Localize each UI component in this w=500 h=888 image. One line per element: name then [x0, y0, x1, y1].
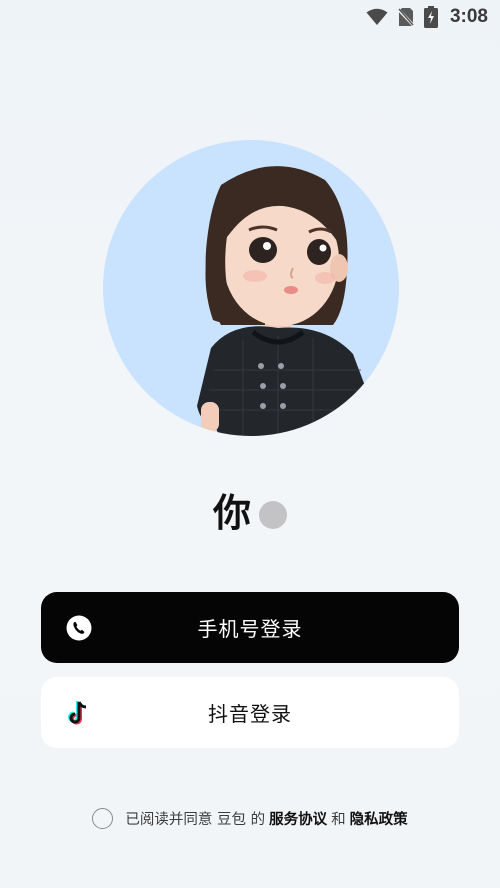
- greeting-row: 你: [0, 487, 500, 539]
- typing-indicator-dot: [259, 501, 287, 529]
- agreement-conjunction: 和: [331, 811, 346, 828]
- douyin-logo-icon: [65, 699, 93, 727]
- terms-of-service-link[interactable]: 服务协议: [269, 808, 327, 829]
- greeting-text: 你: [212, 491, 251, 535]
- douyin-login-label: 抖音登录: [208, 702, 292, 726]
- douyin-login-button[interactable]: 抖音登录: [41, 677, 459, 748]
- avatar: [103, 140, 399, 436]
- agreement-checkbox[interactable]: [92, 807, 114, 829]
- agreement-row: 已阅读并同意 豆包 的 服务协议 和 隐私政策: [0, 803, 500, 833]
- phone-icon: [65, 614, 93, 642]
- no-sim-icon: [397, 7, 414, 27]
- status-time: 3:08: [449, 6, 488, 27]
- phone-login-label: 手机号登录: [197, 617, 303, 641]
- avatar-girl-character-icon: [197, 166, 371, 436]
- status-bar: 3:08: [0, 0, 500, 34]
- wifi-icon: [366, 8, 388, 26]
- phone-login-button[interactable]: 手机号登录: [41, 592, 459, 663]
- status-icons: 3:08: [366, 4, 488, 30]
- agreement-prefix: 已阅读并同意 豆包 的: [125, 811, 266, 828]
- battery-charging-icon: [423, 6, 438, 28]
- privacy-policy-link[interactable]: 隐私政策: [350, 808, 408, 829]
